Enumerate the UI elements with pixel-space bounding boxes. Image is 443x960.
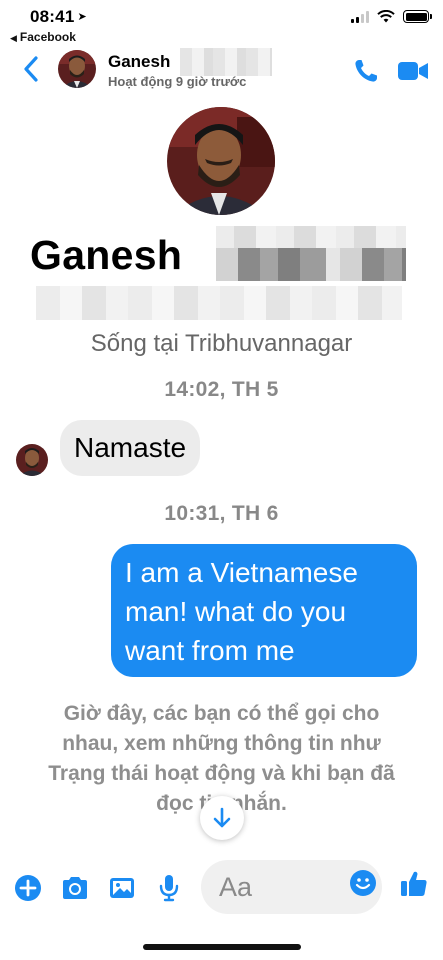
notice-line: Giờ đây, các bạn có thể gọi cho	[63, 702, 380, 725]
notice-line: Trạng thái hoạt động và khi bạn đã	[48, 762, 395, 785]
thumbs-up-icon	[401, 871, 427, 896]
back-button[interactable]	[20, 54, 44, 84]
activity-status: Hoạt động 9 giờ trước	[108, 74, 247, 89]
header-contact-name: Ganesh	[108, 52, 171, 71]
plus-icon	[15, 875, 41, 901]
camera-button[interactable]	[60, 873, 90, 903]
redacted-profile-details	[36, 286, 402, 320]
emoji-button[interactable]	[349, 869, 377, 897]
outgoing-message-line: I am a Vietnamese	[125, 557, 358, 588]
profile-location: Sống tại Tribhuvannagar	[90, 330, 353, 357]
back-to-app-link[interactable]: ◀ Facebook	[10, 30, 76, 44]
clock-text: 08:41	[30, 7, 75, 26]
cellular-signal-icon	[351, 10, 369, 23]
incoming-message-bubble[interactable]: Namaste	[60, 420, 201, 476]
profile-avatar[interactable]	[167, 107, 275, 215]
gallery-button[interactable]	[107, 873, 137, 903]
sender-avatar-image	[16, 444, 48, 476]
back-app-label: Facebook	[19, 30, 76, 44]
message-timestamp: 14:02, TH 5	[164, 378, 279, 401]
notice-line: nhau, xem những thông tin như	[62, 732, 381, 755]
message-timestamp: 10:31, TH 6	[164, 502, 279, 525]
redacted-profile-surname	[216, 226, 406, 281]
home-indicator[interactable]	[143, 944, 301, 950]
voice-message-button[interactable]	[154, 873, 184, 903]
header-avatar[interactable]	[58, 50, 96, 88]
back-triangle-icon: ◀	[10, 33, 17, 43]
avatar-image	[58, 50, 96, 88]
voice-call-button[interactable]	[353, 58, 379, 84]
status-time: 08:41 ➤	[30, 7, 87, 27]
message-sender-avatar[interactable]	[16, 444, 48, 476]
video-call-button[interactable]	[397, 60, 429, 82]
redacted-surname	[180, 48, 272, 76]
image-icon	[110, 878, 134, 898]
camera-icon	[63, 877, 87, 899]
wifi-icon	[377, 10, 395, 23]
battery-icon	[403, 10, 432, 23]
conversation-header: Ganesh Hoạt động 9 giờ trước	[0, 46, 443, 96]
emoji-icon	[350, 870, 376, 896]
microphone-icon	[159, 875, 179, 902]
outgoing-message-line: man! what do you	[125, 596, 347, 627]
profile-photo	[167, 107, 275, 215]
status-bar: 08:41 ➤	[0, 0, 443, 30]
like-button[interactable]	[399, 869, 429, 899]
location-arrow-icon: ➤	[77, 11, 87, 23]
outgoing-message-bubble[interactable]: I am a Vietnamese man! what do you want …	[111, 544, 417, 677]
scroll-to-bottom-button[interactable]	[200, 796, 244, 840]
outgoing-message-line: want from me	[125, 635, 295, 666]
phone-icon	[355, 60, 377, 82]
profile-name: Ganesh	[30, 232, 183, 278]
message-input-placeholder: Aa	[219, 872, 253, 902]
message-composer: Aa	[0, 855, 443, 925]
arrow-down-icon	[213, 807, 231, 828]
status-indicators	[351, 10, 432, 23]
more-actions-button[interactable]	[13, 873, 43, 903]
video-camera-icon	[398, 62, 428, 80]
chevron-left-icon	[24, 56, 38, 82]
